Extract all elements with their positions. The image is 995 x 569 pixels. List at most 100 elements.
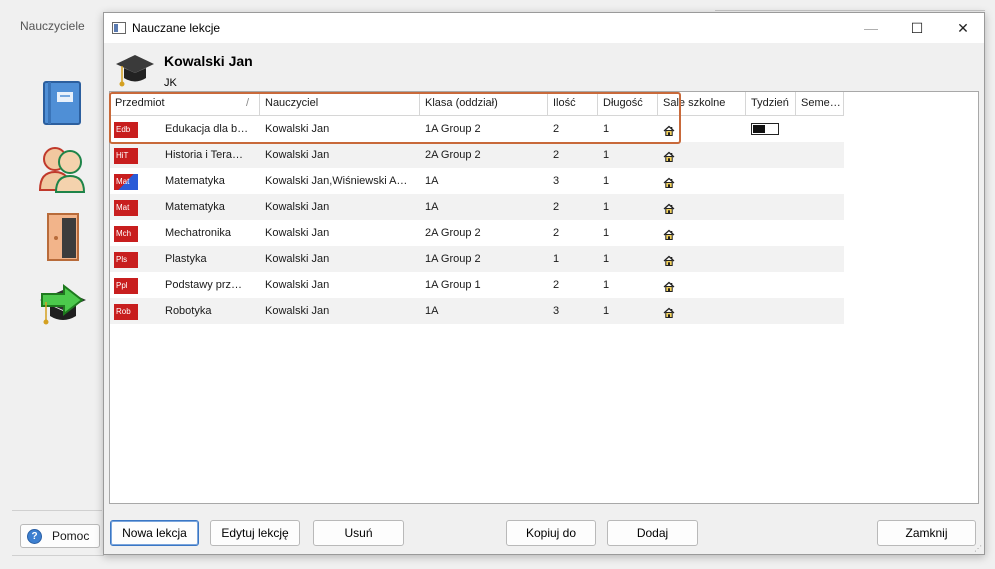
week-toggle-icon[interactable] [751,123,779,135]
cell-subject: Mat Matematyka [110,194,260,220]
table-body: Edb Edukacja dla b… Kowalski Jan 1A Group 2… [110,116,844,324]
close-window-button[interactable]: ✕ [940,13,986,43]
cell-week [746,194,796,220]
table-row[interactable]: Mat Matematyka Kowalski Jan,Wiśniewski A… 1… [110,168,844,194]
house-icon[interactable] [663,121,675,142]
minimize-button[interactable]: — [848,13,894,43]
subject-name: Mechatronika [165,227,232,239]
column-week[interactable]: Tydzień [746,92,796,116]
cell-class: 2A Group 2 [425,227,481,239]
subject-name: Matematyka [165,175,225,187]
cell-teacher: Kowalski Jan [265,227,330,239]
cell-semester [796,168,844,194]
cell-count: 2 [553,279,560,291]
cell-rooms [658,142,746,168]
cell-subject: Ppl Podstawy prz… [110,272,260,298]
cell-count: 2 [553,201,560,213]
subject-color-badge: Mch [114,226,138,242]
users-icon[interactable] [38,142,88,194]
cell-semester [796,116,844,142]
cell-count: 3 [553,175,560,187]
cell-length: 1 [603,227,610,239]
cell-week [746,168,796,194]
cell-semester [796,194,844,220]
delete-button[interactable]: Usuń [313,520,404,546]
cell-subject: Pls Plastyka [110,246,260,272]
cell-length: 1 [603,123,610,135]
cell-teacher: Kowalski Jan [265,123,330,135]
cell-count: 2 [553,123,560,135]
cell-rooms [658,220,746,246]
cell-teacher: Kowalski Jan [265,201,330,213]
subject-name: Plastyka [165,253,207,265]
column-class[interactable]: Klasa (oddział) [420,92,548,116]
table-row[interactable]: HiT Historia i Tera… Kowalski Jan 2A Group … [110,142,844,168]
subject-color-badge: HiT [114,148,138,164]
resize-grip-icon[interactable]: ⋰ [974,544,982,553]
cell-length: 1 [603,201,610,213]
house-icon[interactable] [663,303,675,324]
export-cap-icon[interactable] [36,280,90,328]
cell-subject: HiT Historia i Tera… [110,142,260,168]
cell-rooms [658,168,746,194]
dialog-titlebar[interactable]: Nauczane lekcje — ☐ ✕ [104,13,984,43]
edit-lesson-button[interactable]: Edytuj lekcję [210,520,300,546]
maximize-button[interactable]: ☐ [894,13,940,43]
subject-color-badge: Rob [114,304,138,320]
cell-subject: Rob Robotyka [110,298,260,324]
table-row[interactable]: Ppl Podstawy prz… Kowalski Jan 1A Group 1 2 1 [110,272,844,298]
app-icon [112,22,126,34]
close-button[interactable]: Zamknij [877,520,976,546]
cell-length: 1 [603,149,610,161]
column-semester[interactable]: Seme… [796,92,844,116]
subject-name: Podstawy prz… [165,279,243,291]
table-row[interactable]: Rob Robotyka Kowalski Jan 1A 3 1 [110,298,844,324]
window-edge [715,10,985,11]
cell-class: 1A Group 1 [425,279,481,291]
cell-teacher: Kowalski Jan [265,149,330,161]
cell-semester [796,246,844,272]
help-button[interactable]: ? Pomoc [20,524,100,548]
column-subject[interactable]: Przedmiot / [110,92,260,116]
book-icon[interactable] [42,80,84,126]
cell-length: 1 [603,175,610,187]
copy-to-button[interactable]: Kopiuj do [506,520,596,546]
cell-semester [796,272,844,298]
add-button[interactable]: Dodaj [607,520,698,546]
cell-teacher: Kowalski Jan,Wiśniewski A… [265,175,408,187]
house-icon[interactable] [663,173,675,194]
cell-week [746,272,796,298]
house-icon[interactable] [663,251,675,272]
table-row[interactable]: Mch Mechatronika Kowalski Jan 2A Group 2 2 1 [110,220,844,246]
door-icon[interactable] [44,212,84,262]
cell-class: 1A [425,175,439,187]
cell-rooms [658,246,746,272]
teacher-name: Kowalski Jan [164,53,253,69]
cell-semester [796,298,844,324]
house-icon[interactable] [663,225,675,246]
house-icon[interactable] [663,199,675,220]
lessons-table[interactable]: Przedmiot / Nauczyciel Klasa (oddział) Il… [109,91,979,504]
graduation-cap-icon [116,55,154,87]
cell-teacher: Kowalski Jan [265,305,330,317]
column-rooms[interactable]: Sale szkolne [658,92,746,116]
cell-rooms [658,116,746,142]
house-icon[interactable] [663,277,675,298]
new-lesson-button[interactable]: Nowa lekcja [110,520,199,546]
column-count[interactable]: Ilość [548,92,598,116]
subject-name: Edukacja dla b… [165,123,249,135]
column-length[interactable]: Długość [598,92,658,116]
cell-semester [796,142,844,168]
cell-subject: Mch Mechatronika [110,220,260,246]
table-row[interactable]: Mat Matematyka Kowalski Jan 1A 2 1 [110,194,844,220]
cell-week [746,142,796,168]
cell-class: 2A Group 2 [425,149,481,161]
table-row[interactable]: Edb Edukacja dla b… Kowalski Jan 1A Group 2… [110,116,844,142]
table-row[interactable]: Pls Plastyka Kowalski Jan 1A Group 2 1 1 [110,246,844,272]
column-teacher[interactable]: Nauczyciel [260,92,420,116]
help-label: Pomoc [52,529,90,543]
house-icon[interactable] [663,147,675,168]
subject-color-badge: Pls [114,252,138,268]
panel-divider [12,510,102,511]
subject-name: Historia i Tera… [165,149,244,161]
